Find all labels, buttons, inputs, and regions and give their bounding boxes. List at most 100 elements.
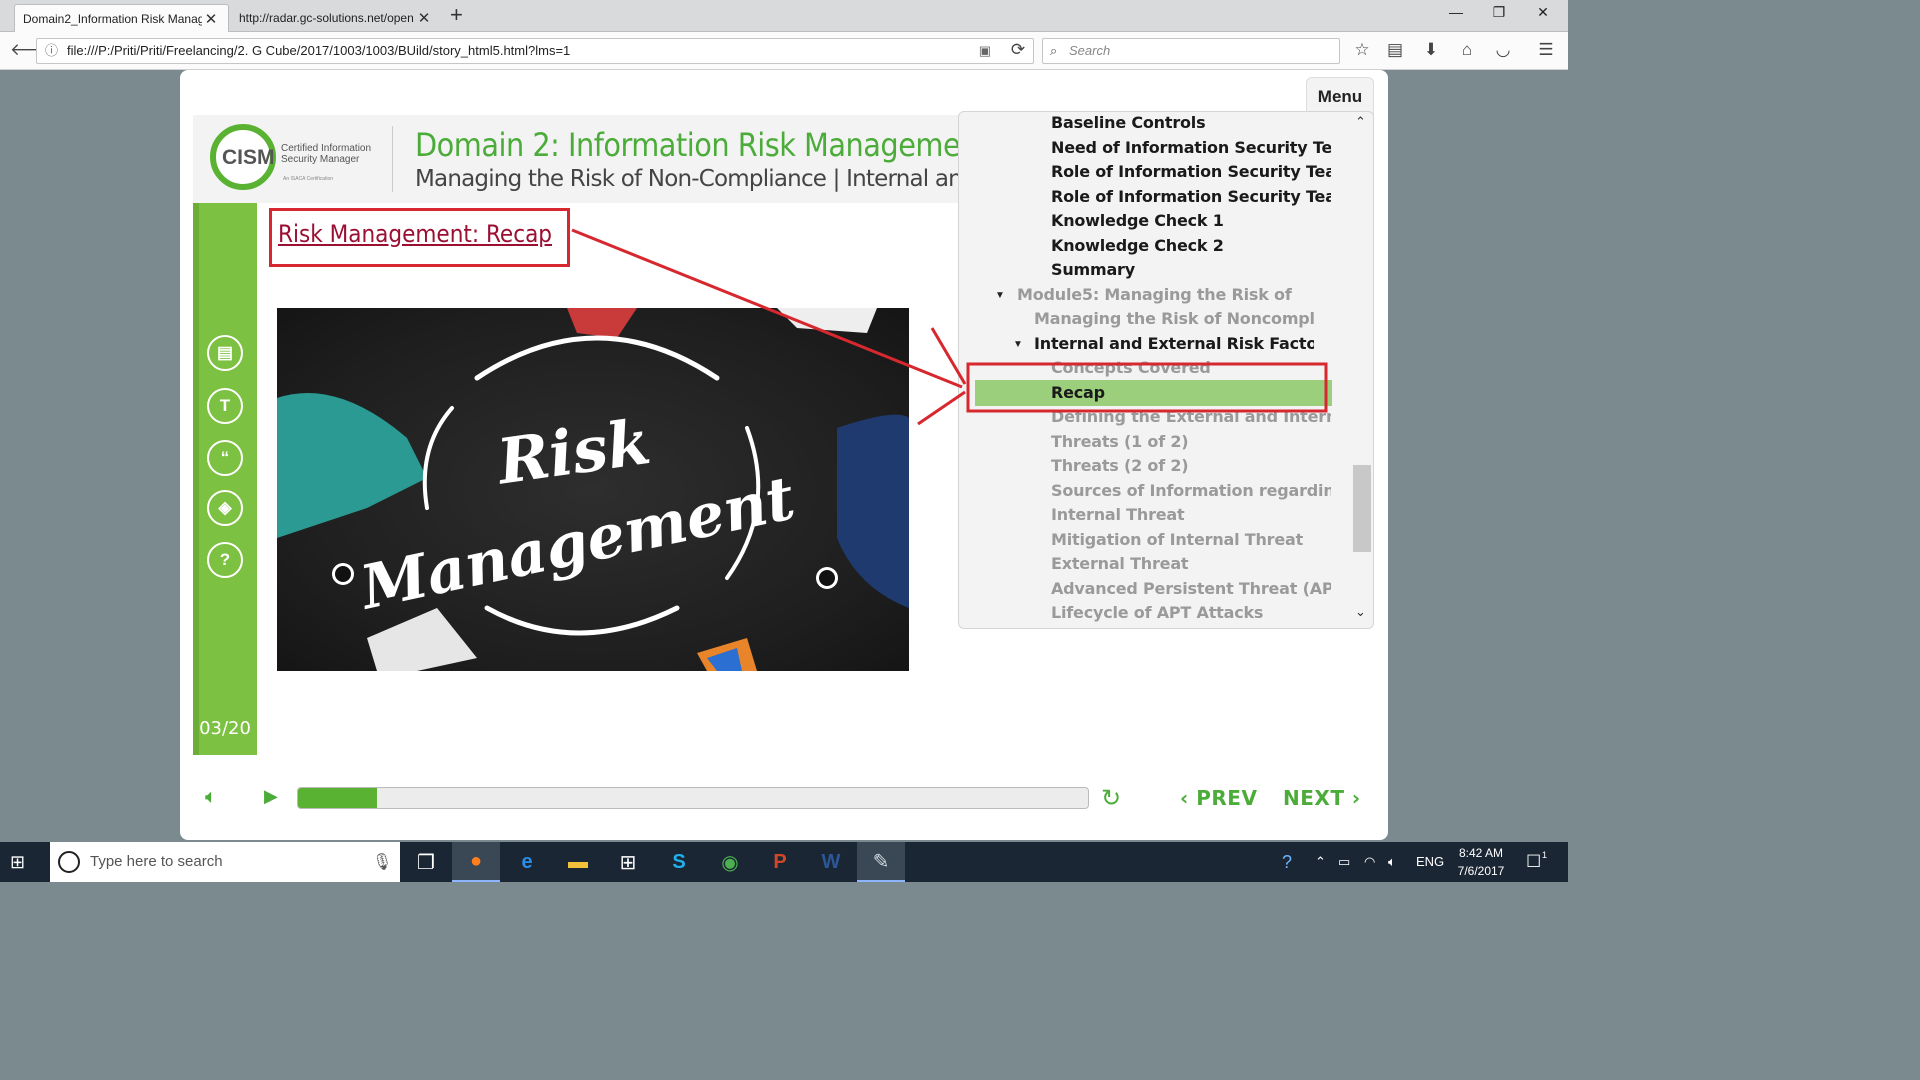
menu-item[interactable]: Mitigation of Internal Threat	[1051, 530, 1331, 549]
course-title: Domain 2: Information Risk Management	[415, 126, 960, 164]
chrome-icon[interactable]: ◉	[706, 842, 754, 882]
menu-item[interactable]: Advanced Persistent Threat (APT)	[1051, 579, 1331, 598]
tab-title: Domain2_Information Risk Management	[23, 11, 202, 26]
paper-sheet-top	[777, 308, 877, 333]
cism-subtitle-line1: Certified Information	[281, 143, 372, 154]
browser-tab-active[interactable]: Domain2_Information Risk Management ✕	[14, 4, 229, 32]
menu-item[interactable]: Baseline Controls	[1051, 113, 1331, 132]
menu-item[interactable]: Knowledge Check 1	[1051, 211, 1331, 230]
windows-start-icon[interactable]: ⊞	[10, 852, 25, 873]
seek-progress-bar[interactable]	[297, 787, 1089, 809]
url-text: file:///P:/Priti/Priti/Freelancing/2. G …	[67, 43, 571, 58]
search-placeholder: Search	[1069, 43, 1111, 58]
restore-icon[interactable]: ❐	[1484, 4, 1514, 21]
show-hidden-icons-icon[interactable]: ⌃	[1315, 842, 1326, 882]
wifi-icon[interactable]: ◠	[1364, 842, 1375, 882]
file-explorer-icon[interactable]: ▬	[554, 842, 602, 882]
replay-icon[interactable]: ↻	[1101, 784, 1121, 813]
close-tab-icon[interactable]: ✕	[415, 9, 433, 27]
help-icon[interactable]: ?	[207, 542, 243, 578]
minimize-icon[interactable]: —	[1441, 4, 1471, 20]
menu-item[interactable]: Module5: Managing the Risk of Nonc	[1017, 285, 1297, 304]
bookmark-star-icon[interactable]: ☆	[1351, 40, 1373, 60]
scroll-down-icon[interactable]: ⌄	[1355, 604, 1366, 620]
next-button[interactable]: NEXT ›	[1283, 786, 1361, 810]
microphone-icon[interactable]: 🎙︎	[372, 852, 392, 872]
menu-item[interactable]: Threats (1 of 2)	[1051, 432, 1331, 451]
menu-item[interactable]: Internal and External Risk Factors	[1034, 334, 1314, 353]
menu-item[interactable]: Internal Threat	[1051, 505, 1331, 524]
skype-icon[interactable]: S	[655, 842, 703, 882]
taskbar-clock[interactable]: 8:42 AM 7/6/2017	[1446, 844, 1516, 880]
speaker-icon[interactable]: 🔈︎	[1388, 842, 1396, 882]
course-subtitle: Managing the Risk of Non-Compliance | In…	[415, 166, 960, 192]
home-icon[interactable]: ⌂	[1456, 40, 1478, 60]
cism-subtitle-line2: Security Manager	[281, 154, 360, 165]
prev-button[interactable]: ‹ PREV	[1180, 786, 1257, 810]
language-indicator[interactable]: ENG	[1416, 842, 1444, 882]
menu-item[interactable]: External Threat	[1051, 554, 1331, 573]
close-tab-icon[interactable]: ✕	[202, 10, 220, 28]
scroll-up-icon[interactable]: ⌃	[1355, 114, 1366, 130]
hero-text-line1: Risk	[491, 405, 655, 499]
reload-icon[interactable]: ⟳	[1007, 40, 1029, 60]
reader-view-icon[interactable]: ▣	[979, 39, 991, 63]
cortana-icon[interactable]	[58, 851, 80, 873]
play-icon[interactable]: ▶	[264, 786, 278, 807]
battery-icon[interactable]: ▭	[1338, 842, 1350, 882]
close-window-icon[interactable]: ✕	[1528, 4, 1558, 21]
tab-title: http://radar.gc-solutions.net/open	[239, 11, 414, 25]
back-icon[interactable]: 🡐	[10, 40, 56, 60]
collapse-caret-icon[interactable]: ▼	[1013, 339, 1023, 350]
paint-icon[interactable]: ✎	[857, 842, 905, 882]
transcript-icon[interactable]: T	[207, 388, 243, 424]
quote-icon[interactable]: “	[207, 440, 243, 476]
taskbar-search-input[interactable]: Type here to search	[50, 842, 400, 882]
notification-icon[interactable]: ☐	[1526, 842, 1541, 882]
hamburger-menu-icon[interactable]: ☰	[1535, 40, 1557, 60]
risk-management-image: Risk Management	[277, 308, 909, 671]
menu-toggle-button[interactable]: Menu	[1306, 77, 1374, 115]
task-view-icon[interactable]: ❐	[402, 842, 450, 882]
taskbar-search-placeholder: Type here to search	[90, 853, 223, 870]
library-icon[interactable]: ▤	[1384, 40, 1406, 60]
menu-item[interactable]: Concepts Covered	[1051, 358, 1331, 377]
menu-item[interactable]: Role of Information Security Tea	[1051, 187, 1331, 206]
chevron-right-icon: ›	[1344, 786, 1361, 810]
menu-item[interactable]: Threats (2 of 2)	[1051, 456, 1331, 475]
address-bar[interactable]: ⓘ file:///P:/Priti/Priti/Freelancing/2. …	[36, 38, 1034, 64]
new-tab-button[interactable]: +	[450, 2, 463, 28]
menu-item[interactable]: Role of Information Security Tea	[1051, 162, 1331, 181]
menu-scroll-thumb[interactable]	[1353, 465, 1371, 552]
browser-nav-bar: 🡐 ⓘ file:///P:/Priti/Priti/Freelancing/2…	[0, 32, 1568, 70]
pocket-icon[interactable]: ◡	[1492, 40, 1514, 60]
menu-item[interactable]: Need of Information Security Team	[1051, 138, 1331, 157]
edge-icon[interactable]: e	[503, 842, 551, 882]
info-icon[interactable]: ⓘ	[45, 39, 58, 63]
clock-time: 8:42 AM	[1458, 846, 1504, 860]
notes-icon[interactable]: ▤	[207, 335, 243, 371]
word-icon[interactable]: W	[807, 842, 855, 882]
resources-icon[interactable]: ◈	[207, 490, 243, 526]
collapse-caret-icon[interactable]: ▼	[995, 290, 1005, 301]
menu-item[interactable]: Sources of Information regardin	[1051, 481, 1331, 500]
chevron-left-icon: ‹	[1180, 786, 1197, 810]
volume-icon[interactable]: 🔈︎	[205, 786, 217, 809]
menu-item[interactable]: Lifecycle of APT Attacks	[1051, 603, 1331, 622]
menu-item[interactable]: Summary	[1051, 260, 1331, 279]
clock-date: 7/6/2017	[1457, 864, 1505, 878]
download-icon[interactable]: ⬇	[1420, 40, 1442, 60]
search-input[interactable]: ⌕ Search	[1042, 38, 1340, 64]
powerpoint-icon[interactable]: P	[756, 842, 804, 882]
progress-fill	[298, 788, 377, 808]
firefox-icon[interactable]: ●	[452, 842, 500, 882]
menu-item-selected[interactable]: Recap	[1051, 383, 1331, 402]
menu-item[interactable]: Defining the External and Intern	[1051, 407, 1331, 426]
sidebar-strip	[193, 203, 199, 755]
notification-count: 1	[1542, 850, 1548, 860]
menu-item[interactable]: Knowledge Check 2	[1051, 236, 1331, 255]
help-tray-icon[interactable]: ?	[1282, 842, 1292, 882]
browser-tab[interactable]: http://radar.gc-solutions.net/open ✕	[231, 4, 441, 32]
menu-item[interactable]: Managing the Risk of Noncomplian	[1034, 309, 1314, 328]
store-icon[interactable]: ⊞	[604, 842, 652, 882]
